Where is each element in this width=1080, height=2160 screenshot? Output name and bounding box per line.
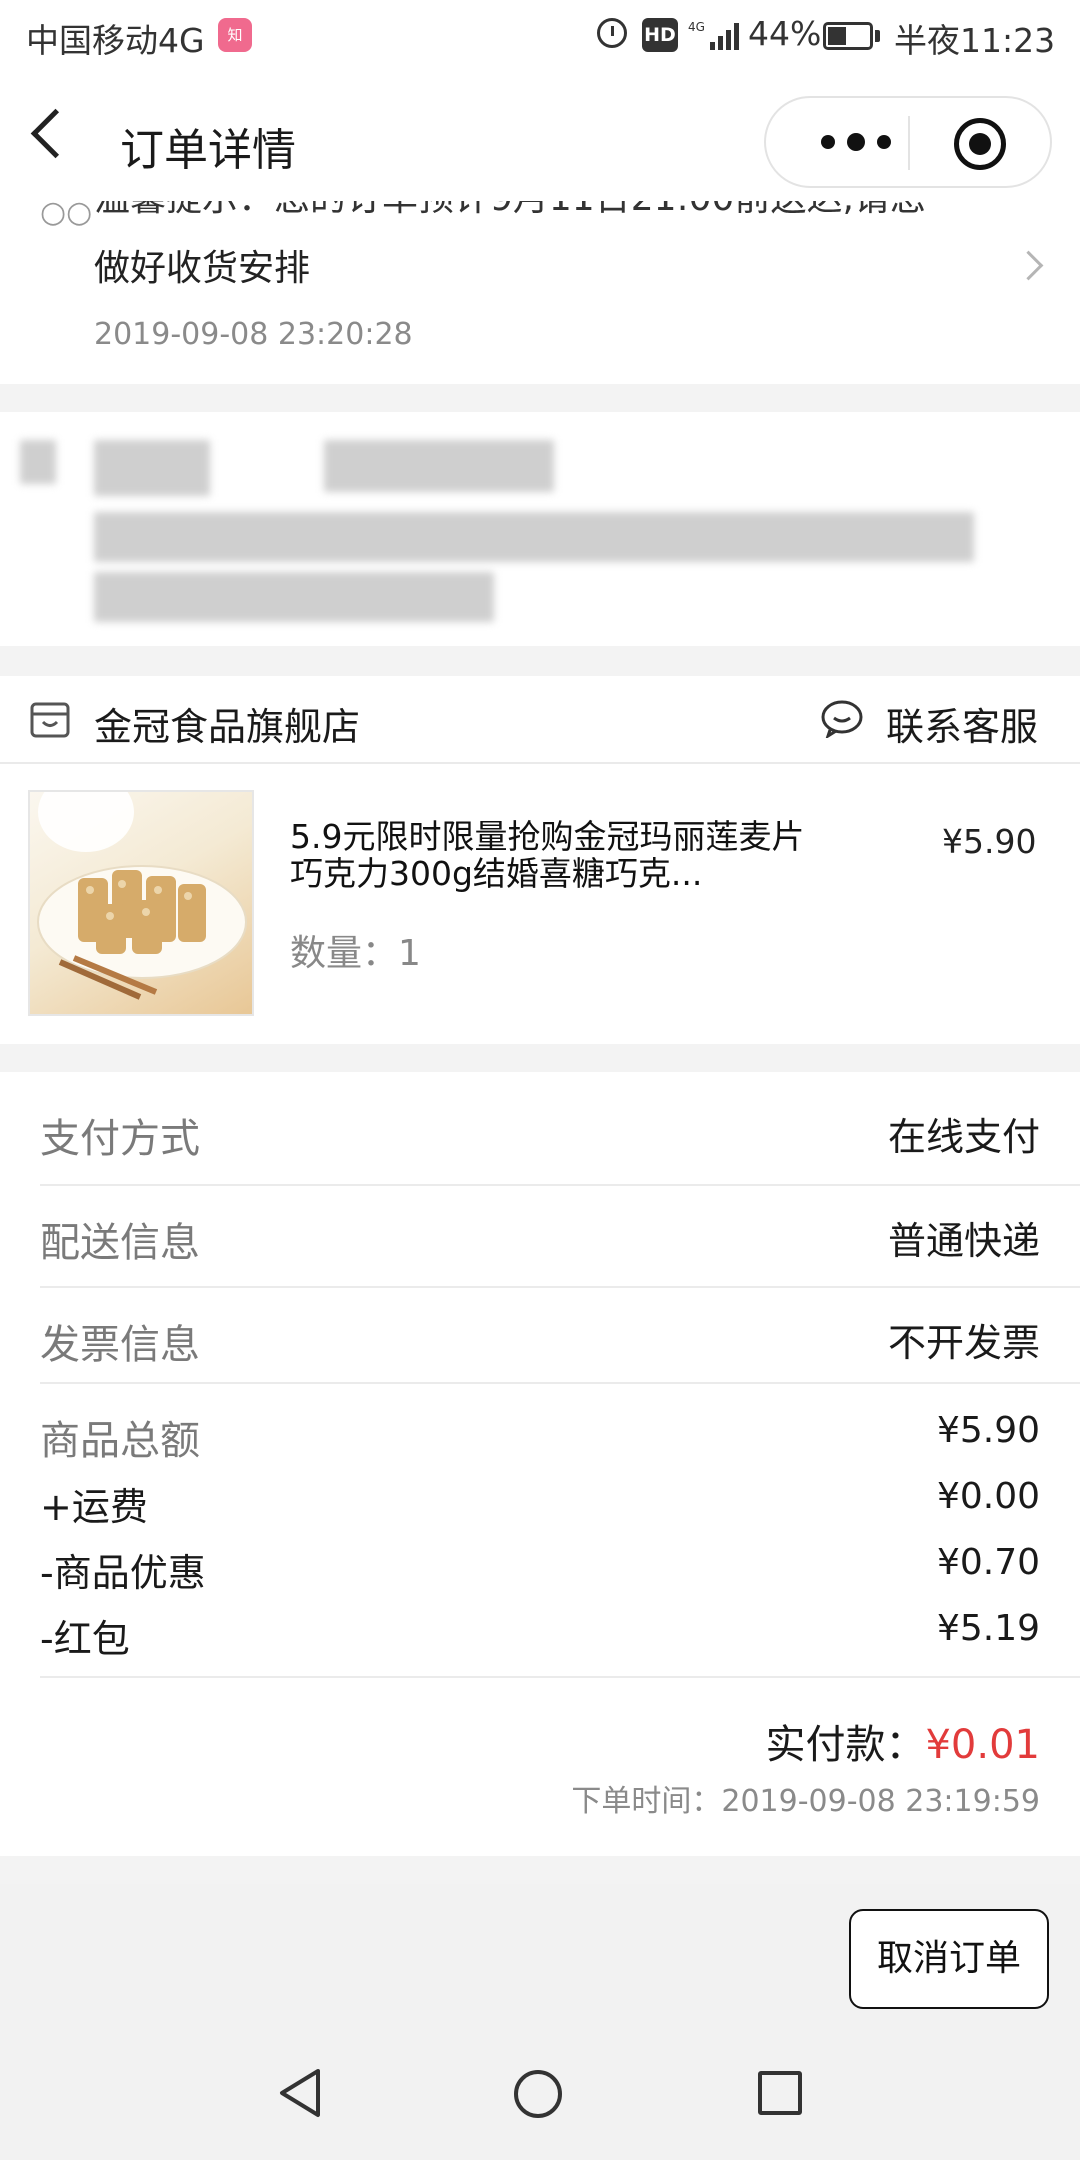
amount-paid: 实付款：¥0.01: [765, 1712, 1040, 1770]
contact-service-button[interactable]: 联系客服: [886, 696, 1038, 751]
amount-paid-value: ¥0.01: [925, 1722, 1040, 1768]
nav-header: 订单详情: [0, 76, 1080, 201]
shop-name[interactable]: 金冠食品旗舰店: [94, 696, 360, 751]
chevron-right-icon: [1013, 250, 1044, 281]
battery-level-fill: [828, 27, 846, 45]
blur-bar: [20, 440, 56, 484]
notice-time: 2019-09-08 23:20:28: [94, 317, 413, 352]
delivery-notice[interactable]: ○○ 温馨提示：您的订单预计9月11日21:00前送达,请您 做好收货安排 20…: [0, 201, 1080, 384]
android-back-icon[interactable]: [276, 2067, 324, 2119]
goods-total-label: 商品总额: [40, 1418, 200, 1464]
android-home-icon[interactable]: [514, 2070, 562, 2118]
product-name[interactable]: 5.9元限时限量抢购金冠玛丽莲麦片巧克力300g结婚喜糖巧克...: [290, 818, 810, 892]
red-packet-value: ¥5.19: [936, 1608, 1040, 1649]
hd-icon: HD: [642, 18, 678, 52]
miniprogram-capsule: [764, 96, 1052, 188]
notice-dots: ○○: [40, 201, 93, 230]
address-block-blurred: [0, 412, 1080, 646]
cancel-order-button[interactable]: 取消订单: [849, 1909, 1049, 2009]
status-bar: 中国移动4G 知 HD 4G 44% 半夜11:23: [0, 0, 1080, 76]
android-recents-icon[interactable]: [758, 2071, 802, 2115]
app-notification-icon: 知: [218, 18, 252, 52]
notice-text: 做好收货安排: [94, 248, 311, 289]
blur-bar: [94, 572, 494, 622]
product-thumbnail[interactable]: [28, 790, 254, 1016]
payment-method-value: 在线支付: [887, 1115, 1040, 1159]
close-miniprogram-icon[interactable]: [954, 118, 1006, 170]
delivery-info-label: 配送信息: [40, 1220, 200, 1266]
goods-discount-label: -商品优惠: [40, 1551, 206, 1595]
order-info: 支付方式 在线支付 配送信息 普通快递 发票信息 不开发票 商品总额 ¥5.90…: [0, 1072, 1080, 1856]
blur-bar: [94, 512, 974, 562]
shipping-fee-value: ¥0.00: [936, 1476, 1040, 1517]
goods-total-value: ¥5.90: [936, 1410, 1040, 1451]
battery-icon: [823, 22, 873, 50]
battery-percent: 44%: [748, 14, 822, 53]
divider: [40, 1382, 1080, 1384]
page-title: 订单详情: [120, 125, 296, 176]
payment-method-label: 支付方式: [40, 1116, 200, 1162]
product-photo: [37, 792, 247, 1000]
red-packet-label: -红包: [40, 1617, 130, 1661]
notice-partial-line: 温馨提示：您的订单预计9月11日21:00前送达,请您: [94, 201, 926, 221]
signal-icon: 4G: [688, 20, 739, 50]
goods-discount-value: ¥0.70: [936, 1542, 1040, 1583]
alarm-icon: [597, 18, 627, 48]
blur-bar: [94, 440, 210, 496]
delivery-info-value: 普通快递: [887, 1219, 1040, 1263]
bottom-bar: 取消订单: [0, 1884, 1080, 2160]
clock: 半夜11:23: [894, 21, 1056, 60]
svg-text:4G: 4G: [688, 20, 705, 34]
shipping-fee-label: +运费: [40, 1485, 148, 1529]
amount-paid-label: 实付款：: [765, 1722, 926, 1768]
invoice-info-value: 不开发票: [887, 1321, 1040, 1365]
divider: [40, 1676, 1080, 1678]
order-time: 下单时间：2019-09-08 23:19:59: [571, 1784, 1040, 1819]
carrier-label: 中国移动4G: [26, 21, 205, 60]
blur-bar: [324, 440, 554, 492]
product-quantity: 数量：1: [290, 933, 421, 974]
capsule-divider: [908, 116, 910, 170]
invoice-info-label: 发票信息: [40, 1322, 200, 1368]
product-price: ¥5.90: [942, 822, 1037, 861]
shop-icon: [30, 702, 70, 738]
more-dots-icon[interactable]: [806, 122, 906, 162]
back-arrow-icon[interactable]: [30, 108, 81, 159]
divider: [40, 1286, 1080, 1288]
divider: [40, 1184, 1080, 1186]
battery-tip: [875, 30, 880, 42]
shop-row[interactable]: 金冠食品旗舰店 联系客服: [0, 676, 1080, 764]
customer-service-icon[interactable]: [820, 698, 864, 738]
product-item[interactable]: 5.9元限时限量抢购金冠玛丽莲麦片巧克力300g结婚喜糖巧克... ¥5.90 …: [0, 764, 1080, 1044]
